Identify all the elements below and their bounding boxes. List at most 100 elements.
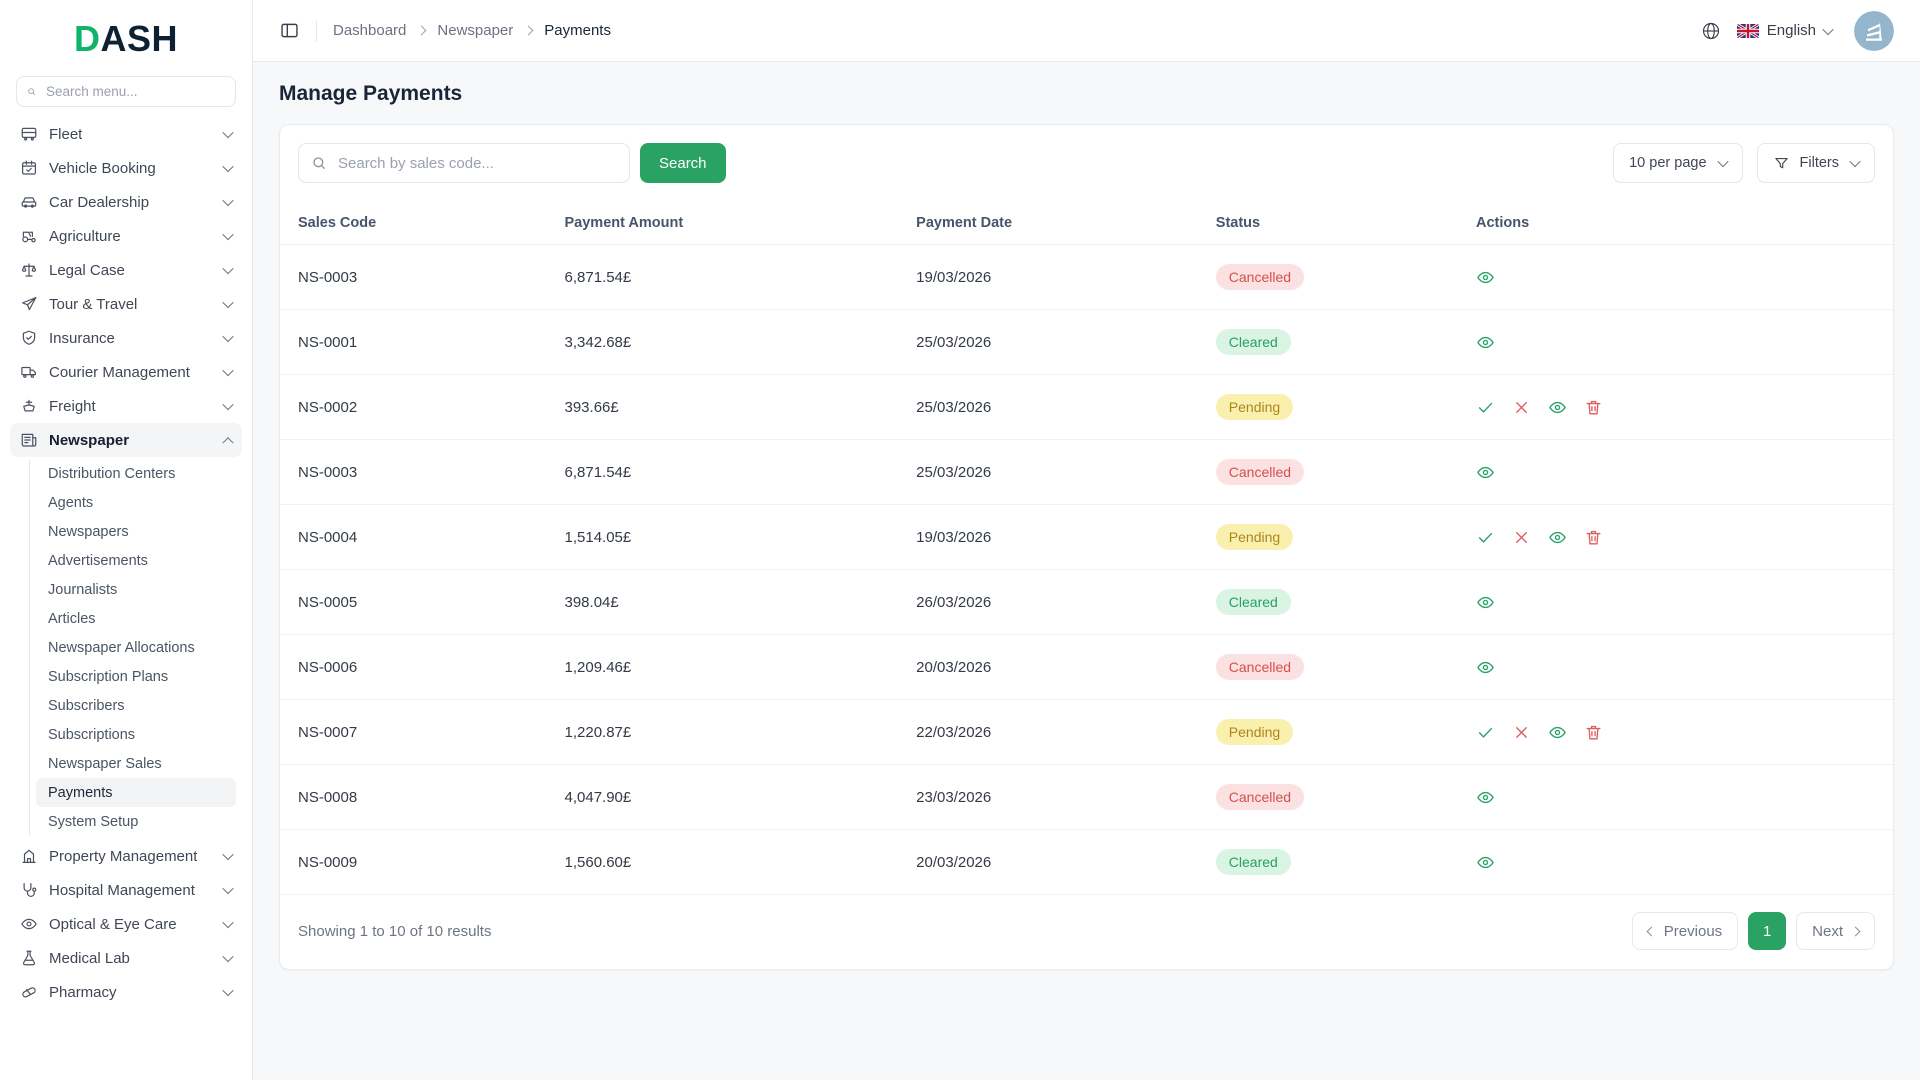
chevron-down-icon <box>222 398 234 411</box>
trash-icon <box>1586 530 1601 545</box>
submenu-item-journalists[interactable]: Journalists <box>36 575 236 604</box>
chevron-down-icon <box>222 194 234 207</box>
submenu-item-distribution-centers[interactable]: Distribution Centers <box>36 459 236 488</box>
approve-button[interactable] <box>1476 528 1495 547</box>
avatar[interactable] <box>1854 10 1894 51</box>
panel-toggle-icon <box>281 23 298 38</box>
sidebar-item-vehicle-booking[interactable]: Vehicle Booking <box>10 151 242 185</box>
cell-payment-date: 22/03/2026 <box>916 723 992 741</box>
cell-sales-code: NS-0002 <box>298 398 358 416</box>
sidebar-item-newspaper[interactable]: Newspaper <box>10 423 242 457</box>
cell-sales-code: NS-0003 <box>298 268 358 286</box>
submenu-item-subscription-plans[interactable]: Subscription Plans <box>36 662 236 691</box>
sidebar-item-optical-eye-care[interactable]: Optical & Eye Care <box>10 907 242 941</box>
calendar-check-icon <box>20 159 38 177</box>
cell-sales-code: NS-0006 <box>298 658 358 676</box>
view-button[interactable] <box>1476 853 1495 872</box>
submenu-item-newspaper-allocations[interactable]: Newspaper Allocations <box>36 633 236 662</box>
breadcrumb-dashboard[interactable]: Dashboard <box>333 22 406 39</box>
breadcrumb-newspaper[interactable]: Newspaper <box>437 22 513 39</box>
view-button[interactable] <box>1548 723 1567 742</box>
brand-logo-d: D <box>73 18 101 59</box>
delete-button[interactable] <box>1584 398 1603 417</box>
cell-payment-date: 25/03/2026 <box>916 463 992 481</box>
previous-button[interactable]: Previous <box>1631 912 1739 950</box>
sidebar-item-car-dealership[interactable]: Car Dealership <box>10 185 242 219</box>
pagination: Showing 1 to 10 of 10 results Previous 1… <box>280 895 1893 969</box>
sidebar-item-property-management[interactable]: Property Management <box>10 839 242 873</box>
table-row: NS-0007 1,220.87£ 22/03/2026 Pending <box>280 700 1893 765</box>
chevron-down-icon <box>222 296 234 309</box>
submenu-item-payments[interactable]: Payments <box>36 778 236 807</box>
cell-sales-code: NS-0007 <box>298 723 358 741</box>
sidebar-search <box>16 76 236 107</box>
cell-payment-date: 25/03/2026 <box>916 398 992 416</box>
delete-button[interactable] <box>1584 723 1603 742</box>
chevron-down-icon <box>1716 155 1729 168</box>
submenu-item-subscriptions[interactable]: Subscriptions <box>36 720 236 749</box>
sidebar-item-fleet[interactable]: Fleet <box>10 117 242 151</box>
sidebar-toggle-button[interactable] <box>279 20 300 41</box>
view-button[interactable] <box>1548 528 1567 547</box>
sidebar-item-label: Car Dealership <box>49 193 150 211</box>
reject-button[interactable] <box>1512 528 1531 547</box>
submenu-item-agents[interactable]: Agents <box>36 488 236 517</box>
next-button[interactable]: Next <box>1796 912 1875 950</box>
newspaper-submenu: Distribution Centers Agents Newspapers A… <box>29 459 242 836</box>
submenu-item-subscribers[interactable]: Subscribers <box>36 691 236 720</box>
topbar-right: English <box>1701 10 1894 51</box>
x-icon <box>1516 531 1527 543</box>
view-button[interactable] <box>1476 463 1495 482</box>
page-1-button[interactable]: 1 <box>1748 912 1787 950</box>
sidebar-item-legal-case[interactable]: Legal Case <box>10 253 242 287</box>
per-page-select[interactable]: 10 per page <box>1613 143 1743 183</box>
sidebar-item-insurance[interactable]: Insurance <box>10 321 242 355</box>
search-button[interactable]: Search <box>640 143 726 183</box>
breadcrumb: Dashboard Newspaper Payments <box>333 22 611 39</box>
filters-button[interactable]: Filters <box>1756 143 1875 183</box>
scales-icon <box>20 261 38 279</box>
chevron-down-icon <box>222 228 234 241</box>
sidebar-item-medical-lab[interactable]: Medical Lab <box>10 941 242 975</box>
cell-payment-date: 23/03/2026 <box>916 788 992 806</box>
language-selector[interactable]: English <box>1736 22 1834 39</box>
view-button[interactable] <box>1476 268 1495 287</box>
sidebar-search-input[interactable] <box>44 83 225 100</box>
chevron-up-icon <box>222 437 234 449</box>
submenu-item-advertisements[interactable]: Advertisements <box>36 546 236 575</box>
globe-button[interactable] <box>1701 21 1721 41</box>
sidebar-item-courier-management[interactable]: Courier Management <box>10 355 242 389</box>
eye-icon <box>1549 531 1566 543</box>
paper-plane-icon <box>20 295 38 313</box>
page-title: Manage Payments <box>279 82 463 105</box>
cell-payment-date: 25/03/2026 <box>916 333 992 351</box>
chevron-down-icon <box>222 848 234 861</box>
per-page-value: 10 per page <box>1629 155 1707 171</box>
table-row: NS-0005 398.04£ 26/03/2026 Cleared <box>280 570 1893 635</box>
table-row: NS-0003 6,871.54£ 25/03/2026 Cancelled <box>280 440 1893 505</box>
submenu-item-system-setup[interactable]: System Setup <box>36 807 236 836</box>
reject-button[interactable] <box>1512 723 1531 742</box>
brand-logo-ash: ASH <box>100 18 178 59</box>
submenu-item-articles[interactable]: Articles <box>36 604 236 633</box>
cell-payment-date: 20/03/2026 <box>916 853 992 871</box>
view-button[interactable] <box>1476 593 1495 612</box>
submenu-item-newspapers[interactable]: Newspapers <box>36 517 236 546</box>
cell-payment-amount: 398.04£ <box>564 593 619 611</box>
table-row: NS-0003 6,871.54£ 19/03/2026 Cancelled <box>280 245 1893 310</box>
submenu-item-newspaper-sales[interactable]: Newspaper Sales <box>36 749 236 778</box>
sidebar-item-tour-travel[interactable]: Tour & Travel <box>10 287 242 321</box>
sidebar-item-freight[interactable]: Freight <box>10 389 242 423</box>
approve-button[interactable] <box>1476 723 1495 742</box>
sidebar-item-agriculture[interactable]: Agriculture <box>10 219 242 253</box>
approve-button[interactable] <box>1476 398 1495 417</box>
view-button[interactable] <box>1476 333 1495 352</box>
sales-code-search-input[interactable] <box>336 153 617 173</box>
sidebar-item-hospital-management[interactable]: Hospital Management <box>10 873 242 907</box>
view-button[interactable] <box>1548 398 1567 417</box>
delete-button[interactable] <box>1584 528 1603 547</box>
reject-button[interactable] <box>1512 398 1531 417</box>
view-button[interactable] <box>1476 658 1495 677</box>
sidebar-item-pharmacy[interactable]: Pharmacy <box>10 975 242 1009</box>
view-button[interactable] <box>1476 788 1495 807</box>
